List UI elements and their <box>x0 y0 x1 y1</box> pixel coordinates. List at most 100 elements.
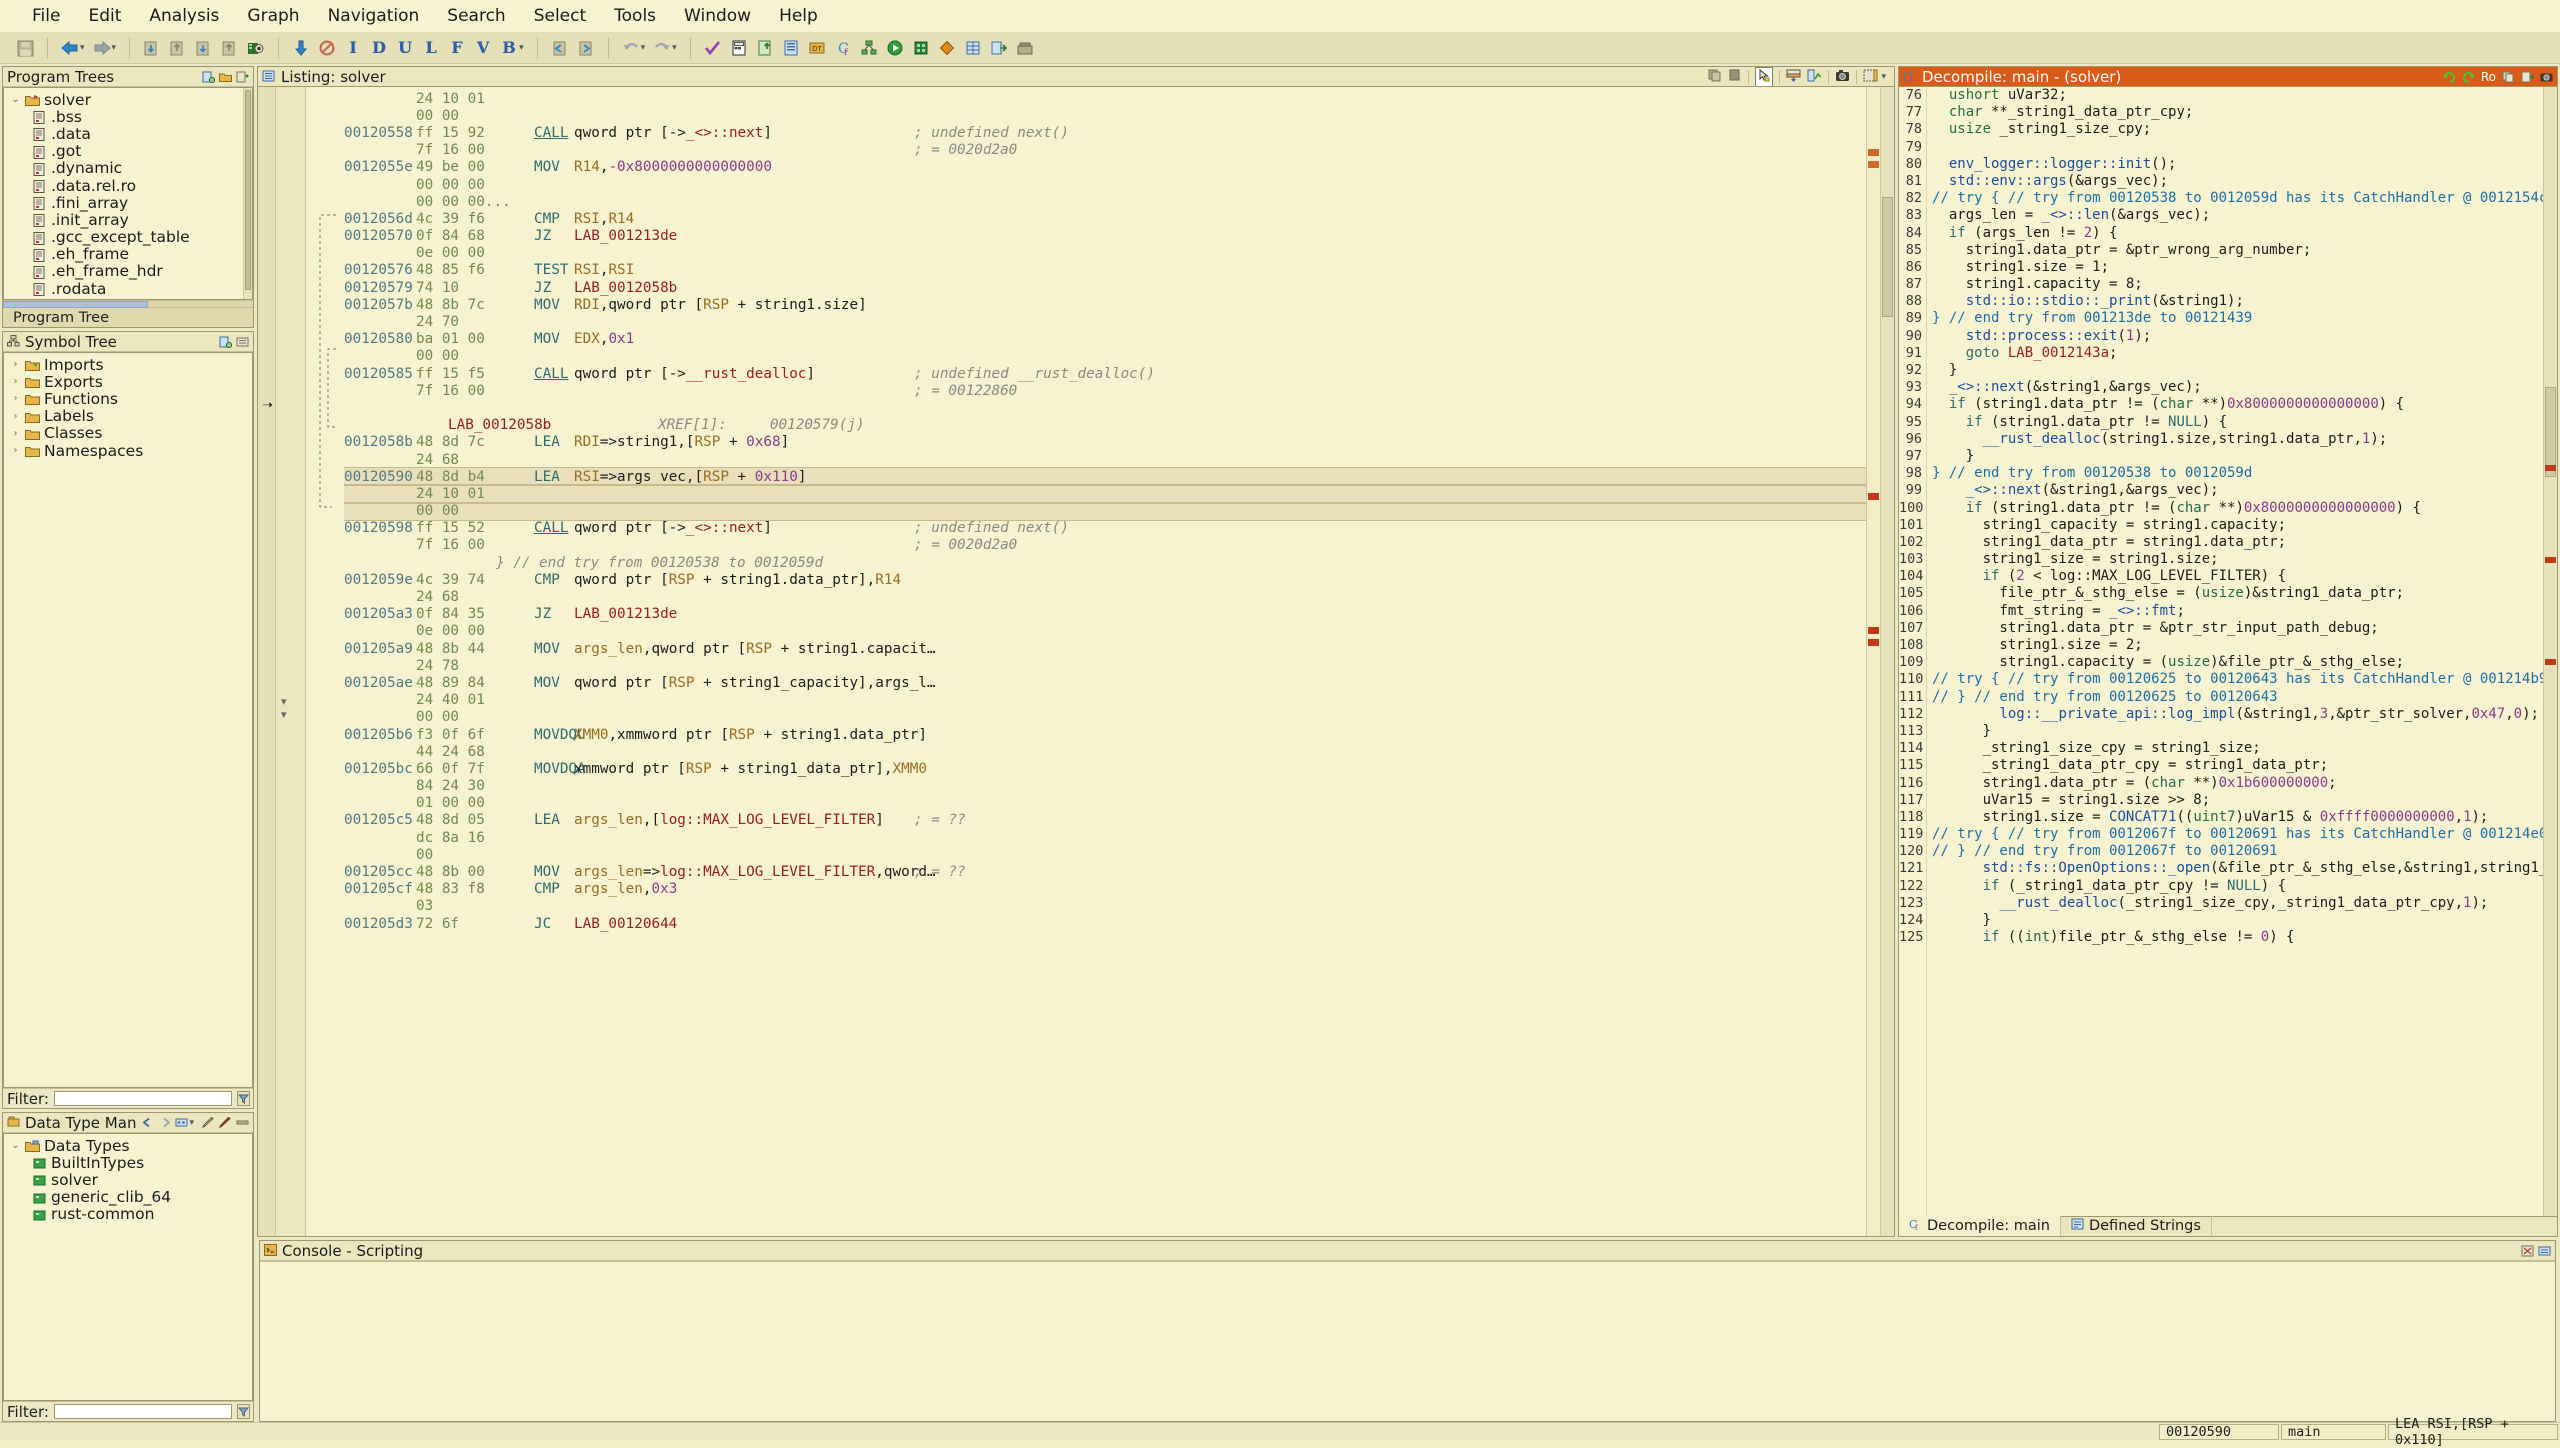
export-program-icon[interactable] <box>165 36 191 60</box>
console-clear-icon[interactable] <box>2521 1244 2534 1257</box>
decompiler-code-line[interactable]: if ((int)file_ptr_&_sthg_else != 0) { <box>1932 929 2543 946</box>
menu-select[interactable]: Select <box>520 3 600 29</box>
disassembly-line[interactable]: 0e 00 00 <box>344 623 1866 640</box>
console-output[interactable] <box>260 1261 2555 1421</box>
listing-format-icon[interactable] <box>1863 68 1878 86</box>
disassembly-line[interactable]: LAB_0012058b XREF[1]: 00120579(j) <box>344 417 1866 434</box>
listing-body[interactable]: ➝ ▾ ▾ 24 10 01 00 00 00120558 ff 15 92 C… <box>257 86 1895 1237</box>
decompiler-code-line[interactable]: std::fs::OpenOptions::_open(&file_ptr_&_… <box>1932 860 2543 877</box>
symbol-tree-settings-icon[interactable] <box>236 335 249 348</box>
program-trees-hscrollbar[interactable] <box>3 300 253 308</box>
disassembly-line[interactable]: 00120558 ff 15 92 CALL qword ptr [->_<>::ne… <box>344 124 1866 141</box>
decompiler-code-line[interactable]: if (_string1_data_ptr_cpy != NULL) { <box>1932 878 2543 895</box>
dtm-forward-icon[interactable] <box>158 1116 171 1129</box>
program-trees-hscroll-thumb[interactable] <box>3 301 148 308</box>
new-tree-icon[interactable] <box>202 70 215 83</box>
calc-icon[interactable] <box>726 36 752 60</box>
decompiler-code-line[interactable]: string1_size = string1.size; <box>1932 551 2543 568</box>
symbol-tree-node-imports[interactable]: › Imports <box>10 356 252 374</box>
decompiler-code-line[interactable]: log::__private_api::log_impl(&string1,3,… <box>1932 706 2543 723</box>
decompiler-vscrollbar[interactable] <box>2543 87 2557 1216</box>
decompiler-code-line[interactable]: fmt_string = _<>::fmt; <box>1932 603 2543 620</box>
tree-node-section[interactable]: .got <box>10 142 252 160</box>
decompiler-code-line[interactable]: std::process::exit(1); <box>1932 328 2543 345</box>
disassembly-line[interactable]: 00 00 <box>344 348 1866 365</box>
disassembly-line[interactable]: 0e 00 00 <box>344 245 1866 262</box>
menu-file[interactable]: File <box>18 3 74 29</box>
disassembly-line[interactable]: 00 00 <box>344 501 1866 521</box>
symbol-tree-node-namespaces[interactable]: › Namespaces <box>10 442 252 460</box>
disassembly-line[interactable]: 001205c5 48 8d 05 LEA args_len,[log::MAX_LO… <box>344 812 1866 829</box>
tree-node-section[interactable]: .data.rel.ro <box>10 177 252 195</box>
dtm-back-icon[interactable] <box>141 1116 154 1129</box>
tree-node-section[interactable]: .data <box>10 125 252 143</box>
decompiler-code-line[interactable]: char **_string1_data_ptr_cpy; <box>1932 104 2543 121</box>
menu-help[interactable]: Help <box>765 3 832 29</box>
disassembly-line[interactable]: 24 68 <box>344 588 1866 605</box>
decompiler-code-line[interactable]: // } // end try from 00120625 to 0012064… <box>1932 689 2543 706</box>
check-icon[interactable] <box>700 36 726 60</box>
program-trees-vscrollbar[interactable] <box>243 88 252 299</box>
listing-format-dropdown-icon[interactable]: ▾ <box>1881 72 1886 82</box>
decompiler-snapshot-icon[interactable] <box>2540 70 2553 83</box>
tree-node-section[interactable]: .bss <box>10 108 252 126</box>
decompiler-code[interactable]: ushort uVar32; char **_string1_data_ptr_… <box>1927 87 2543 1216</box>
data-type-node[interactable]: solver <box>10 1171 252 1189</box>
decompiler-code-line[interactable]: usize _string1_size_cpy; <box>1932 121 2543 138</box>
list-icon[interactable] <box>778 36 804 60</box>
listing-copy-all-icon[interactable] <box>1728 68 1742 86</box>
listing-overview-margin[interactable] <box>1866 87 1880 1236</box>
disassembly-line[interactable]: 7f 16 00; = 00122860 <box>344 382 1866 399</box>
disassembly-line[interactable]: 00120598 ff 15 52 CALL qword ptr [->_<>::ne… <box>344 520 1866 537</box>
decompiler-code-line[interactable]: } <box>1932 912 2543 929</box>
decompiler-code-line[interactable]: __rust_dealloc(string1.size,string1.data… <box>1932 431 2543 448</box>
decompiler-vscroll-thumb[interactable] <box>2545 387 2556 477</box>
decompiler-code-line[interactable]: // } // end try from 0012067f to 0012069… <box>1932 843 2543 860</box>
dtm-tree-container[interactable]: ⌄ Data Types BuiltInTypes solver generic_c… <box>3 1133 253 1401</box>
expand-chevron-icon[interactable]: › <box>10 411 21 422</box>
decompiler-code-line[interactable]: string1.capacity = (usize)&file_ptr_&_st… <box>1932 654 2543 671</box>
decompiler-code-line[interactable]: if (string1.data_ptr != (char **)0x80000… <box>1932 500 2543 517</box>
disassembly-line[interactable]: 00 00 00 <box>344 176 1866 193</box>
listing-vscrollbar[interactable] <box>1880 87 1894 1236</box>
decompiler-code-line[interactable]: _string1_size_cpy = string1_size; <box>1932 740 2543 757</box>
disassembly-line[interactable]: 00 00 <box>344 709 1866 726</box>
disassembly-line[interactable]: 24 70 <box>344 313 1866 330</box>
menu-window[interactable]: Window <box>670 3 765 29</box>
disassembly-line[interactable]: 24 40 01 <box>344 692 1866 709</box>
disassembly-line[interactable]: 0012059e 4c 39 74 CMP qword ptr [RSP + stri… <box>344 571 1866 588</box>
decompiler-code-line[interactable]: string1.data_ptr = (char **)0x1b60000000… <box>1932 775 2543 792</box>
listing-copy-icon[interactable] <box>1708 68 1722 86</box>
disassembly-line[interactable]: 0012057b 48 8b 7c MOV RDI,qword ptr [RSP + … <box>344 296 1866 313</box>
expand-chevron-icon[interactable]: ⌄ <box>10 94 21 105</box>
disassembly-line[interactable]: 001205cc 48 8b 00 MOV args_len=>log::MAX_LO… <box>344 863 1866 880</box>
symbol-tree-filter-icon[interactable] <box>219 335 232 348</box>
toolbar-letter-D[interactable]: D <box>366 36 392 60</box>
tree-node-section[interactable]: .dynamic <box>10 159 252 177</box>
toolbar-letter-V[interactable]: V <box>470 36 496 60</box>
decompiler-code-line[interactable]: file_ptr_&_sthg_else = (usize)&string1_d… <box>1932 585 2543 602</box>
undo-dropdown-icon[interactable]: ▾ <box>641 43 646 53</box>
disassembly-line[interactable]: 0012055e 49 be 00 MOV R14,-0x80000000000000… <box>344 159 1866 176</box>
symbol-tree-node-labels[interactable]: › Labels <box>10 407 252 425</box>
decompiler-code-line[interactable]: goto LAB_0012143a; <box>1932 345 2543 362</box>
decompiler-code-line[interactable]: // try { // try from 00120538 to 0012059… <box>1932 190 2543 207</box>
bundle-icon[interactable] <box>1012 36 1038 60</box>
listing-fields-icon[interactable] <box>1786 68 1801 86</box>
disassembly-line[interactable]: 24 10 01 <box>344 484 1866 504</box>
disassembly-line[interactable]: 0012056d 4c 39 f6 CMP RSI,R14 <box>344 210 1866 227</box>
disassembly-line[interactable]: 00 <box>344 846 1866 863</box>
decompiler-code-line[interactable]: uVar15 = string1.size >> 8; <box>1932 792 2543 809</box>
listing-diff-icon[interactable] <box>1807 68 1822 86</box>
disassembly-line[interactable]: 001205ae 48 89 84 MOV qword ptr [RSP + stri… <box>344 674 1866 691</box>
disassembly-line[interactable]: 24 68 <box>344 451 1866 468</box>
disassembly-line[interactable]: 0012058b 48 8d 7c LEA RDI=>string1,[RSP + 0… <box>344 434 1866 451</box>
diff-prev-icon[interactable] <box>547 36 573 60</box>
decompiler-refresh-icon[interactable] <box>2443 70 2456 83</box>
decompiler-code-line[interactable]: } <box>1932 723 2543 740</box>
dtm-pen-icon[interactable] <box>202 1116 215 1129</box>
decompiler-code-line[interactable]: env_logger::logger::init(); <box>1932 156 2543 173</box>
letter-dropdown-icon[interactable]: ▾ <box>519 43 524 53</box>
console-settings-icon[interactable] <box>2538 1244 2551 1257</box>
symbol-tree-node-exports[interactable]: › Exports <box>10 373 252 391</box>
